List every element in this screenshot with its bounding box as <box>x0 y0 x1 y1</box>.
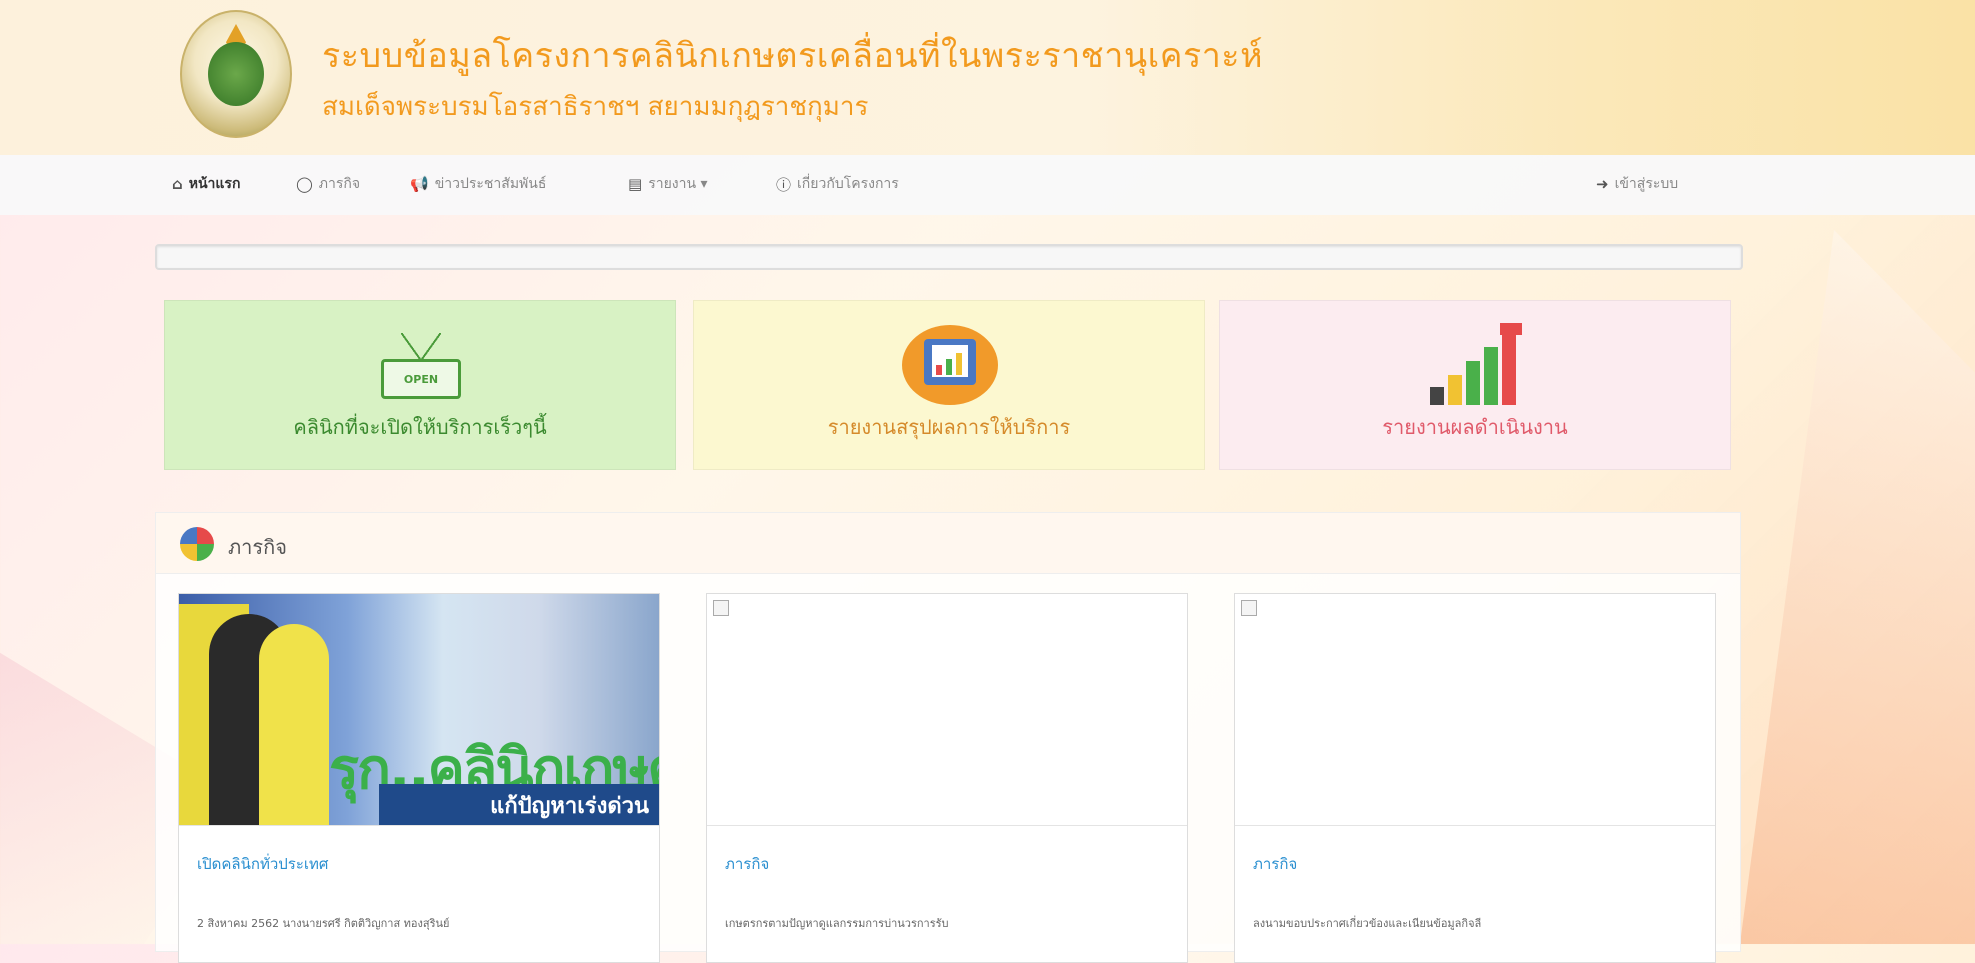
nav-news-label: ข่าวประชาสัมพันธ์ <box>434 176 547 192</box>
card-title-link[interactable]: ภารกิจ <box>725 852 769 876</box>
tile-service-summary[interactable]: รายงานสรุปผลการให้บริการ <box>693 300 1205 470</box>
nav-news[interactable]: 📢 ข่าวประชาสัมพันธ์ <box>410 173 546 195</box>
site-title: ระบบข้อมูลโครงการคลินิกเกษตรเคลื่อนที่ใน… <box>322 36 1263 76</box>
broken-image-icon <box>713 600 729 616</box>
navbar: ⌂ หน้าแรก ◯ ภารกิจ 📢 ข่าวประชาสัมพันธ์ ▤… <box>0 155 1975 215</box>
mission-panel-title: ภารกิจ <box>228 535 287 559</box>
sign-hanger-icon <box>401 333 441 361</box>
card-excerpt: ลงนามขอบประกาศเกี่ยวข้องและเนียนข้อมูลกิ… <box>1253 917 1482 930</box>
card-excerpt: เกษตรกรตามปัญหาดูแลกรรมการบ่านวรการรับ <box>725 917 949 930</box>
mission-icon <box>180 527 214 561</box>
tile-performance-report-label: รายงานผลดำเนินงาน <box>1382 415 1568 439</box>
nav-about[interactable]: ⓘ เกี่ยวกับโครงการ <box>776 173 899 195</box>
mission-card[interactable]: ภารกิจ ลงนามขอบประกาศเกี่ยวข้องและเนียนข… <box>1234 593 1716 963</box>
login-label: เข้าสู่ระบบ <box>1614 176 1679 192</box>
login-link[interactable]: ➜ เข้าสู่ระบบ <box>1596 173 1678 195</box>
bar-chart-icon <box>1430 323 1526 405</box>
logo-emblem-icon <box>208 42 264 106</box>
home-icon: ⌂ <box>172 175 183 193</box>
background-shape-right <box>1740 230 1975 944</box>
mission-card[interactable]: ภารกิจ เกษตรกรตามปัญหาดูแลกรรมการบ่านวรก… <box>706 593 1188 963</box>
mission-card[interactable]: รุก..คลินิกเกษตร แก้ปัญหาเร่งด่วน เปิดคล… <box>178 593 660 963</box>
mission-panel: ภารกิจ รุก..คลินิกเกษตร แก้ปัญหาเร่งด่วน… <box>155 512 1741 963</box>
card-photo[interactable]: รุก..คลินิกเกษตร แก้ปัญหาเร่งด่วน <box>179 594 659 826</box>
mission-panel-header: ภารกิจ <box>156 513 1740 574</box>
banner-strip: แก้ปัญหาเร่งด่วน <box>379 784 659 825</box>
nav-home-label: หน้าแรก <box>188 176 241 192</box>
card-image-placeholder[interactable] <box>707 594 1187 826</box>
card-image-placeholder[interactable] <box>1235 594 1715 826</box>
card-excerpt: 2 สิงหาคม 2562 นางนายรศรี กิตติวิญกาส ทอ… <box>197 917 450 930</box>
sign-in-icon: ➜ <box>1596 175 1609 193</box>
tile-performance-report[interactable]: รายงานผลดำเนินงาน <box>1219 300 1731 470</box>
nav-report-label: รายงาน ▾ <box>648 176 708 192</box>
open-sign-icon: OPEN <box>381 359 461 399</box>
tile-upcoming-clinics[interactable]: OPEN คลินิกที่จะเปิดให้บริการเร็วๆนี้ <box>164 300 676 470</box>
report-screen-icon <box>902 325 998 405</box>
tile-service-summary-label: รายงานสรุปผลการให้บริการ <box>827 415 1071 439</box>
site-header: ระบบข้อมูลโครงการคลินิกเกษตรเคลื่อนที่ใน… <box>0 0 1975 155</box>
nav-mission[interactable]: ◯ ภารกิจ <box>296 173 360 195</box>
nav-report-dropdown[interactable]: ▤ รายงาน ▾ <box>628 173 708 195</box>
card-title-link[interactable]: ภารกิจ <box>1253 852 1297 876</box>
card-title-link[interactable]: เปิดคลินิกทั่วประเทศ <box>197 852 328 876</box>
info-icon: ⓘ <box>776 175 792 194</box>
broken-image-icon <box>1241 600 1257 616</box>
tile-upcoming-clinics-label: คลินิกที่จะเปิดให้บริการเร็วๆนี้ <box>293 415 547 439</box>
nav-about-label: เกี่ยวกับโครงการ <box>797 176 899 192</box>
nav-mission-label: ภารกิจ <box>318 176 361 192</box>
nav-home[interactable]: ⌂ หน้าแรก <box>172 173 240 195</box>
project-logo[interactable] <box>180 10 292 138</box>
chart-icon: ▤ <box>628 175 643 193</box>
site-subtitle: สมเด็จพระบรมโอรสาธิราชฯ สยามมกุฎราชกุมาร <box>322 92 869 122</box>
bullhorn-icon: 📢 <box>410 175 429 193</box>
progress-bar <box>155 244 1743 270</box>
globe-icon: ◯ <box>296 175 313 193</box>
